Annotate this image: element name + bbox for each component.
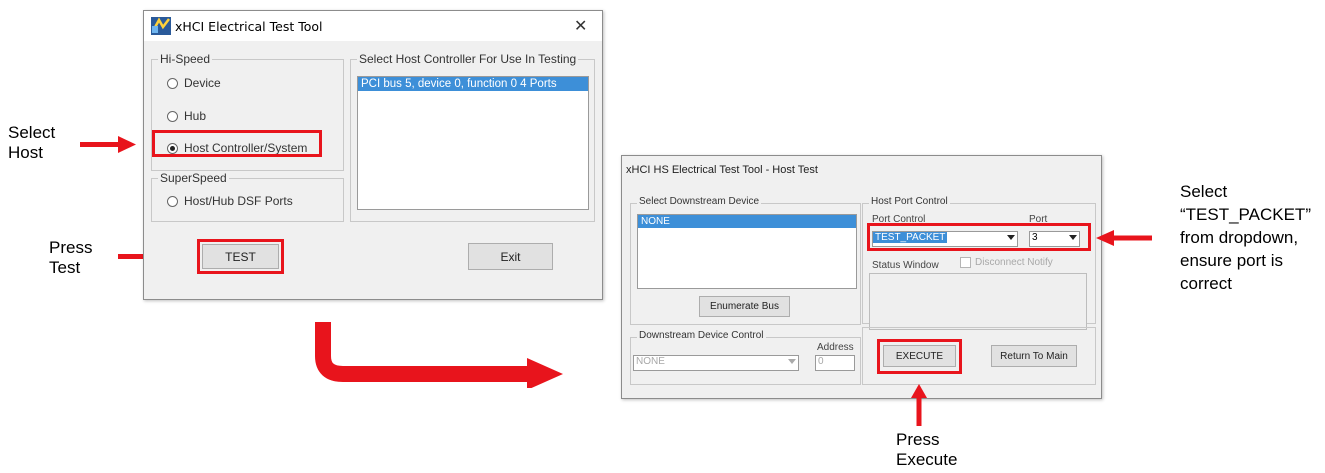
annotation-press-test: Press Test — [49, 238, 93, 277]
radio-host-hub-dsf[interactable]: Host/Hub DSF Ports — [167, 194, 293, 208]
arrow-right-icon — [80, 136, 136, 153]
address-label: Address — [817, 342, 854, 353]
host-controller-label: Select Host Controller For Use In Testin… — [357, 52, 579, 66]
status-window — [869, 273, 1087, 330]
enumerate-bus-button[interactable]: Enumerate Bus — [699, 296, 790, 317]
annotation-select-test-packet: Select “TEST_PACKET” from dropdown, ensu… — [1180, 182, 1311, 293]
exit-button[interactable]: Exit — [468, 243, 553, 270]
execute-button[interactable]: EXECUTE — [883, 345, 956, 367]
downstream-group: Select Downstream Device NONE Enumerate … — [630, 196, 861, 325]
radio-icon — [167, 78, 178, 90]
radio-icon — [167, 111, 178, 123]
close-icon[interactable]: ✕ — [574, 16, 587, 36]
arrow-up-icon — [911, 384, 927, 426]
test-button[interactable]: TEST — [202, 244, 279, 269]
ds-control-group: Downstream Device Control Address NONE 0 — [630, 330, 861, 385]
checkbox-icon — [960, 257, 971, 268]
status-window-label: Status Window — [872, 260, 939, 271]
address-input[interactable]: 0 — [815, 355, 855, 371]
highlight-port-control — [867, 223, 1091, 251]
list-item-selected[interactable]: NONE — [638, 215, 856, 228]
chevron-down-icon — [788, 359, 796, 364]
host-port-label: Host Port Control — [869, 196, 950, 207]
host-controller-list[interactable]: PCI bus 5, device 0, function 0 4 Ports — [357, 76, 589, 210]
window-title: xHCI HS Electrical Test Tool - Host Test — [626, 164, 818, 176]
ds-control-label: Downstream Device Control — [637, 330, 766, 341]
host-controller-group: Select Host Controller For Use In Testin… — [350, 52, 595, 222]
radio-hub[interactable]: Hub — [167, 109, 206, 123]
disconnect-notify-checkbox[interactable]: Disconnect Notify — [960, 257, 1053, 268]
superspeed-group: SuperSpeed Host/Hub DSF Ports — [151, 171, 344, 222]
annotation-press-execute: Press Execute — [896, 430, 958, 469]
curved-arrow-icon — [315, 322, 563, 388]
test-tool-window: xHCI Electrical Test Tool ✕ Hi-Speed Dev… — [143, 10, 603, 300]
window-title: xHCI Electrical Test Tool — [175, 19, 323, 34]
superspeed-label: SuperSpeed — [158, 171, 229, 185]
radio-icon — [167, 196, 178, 208]
highlight-host-controller — [152, 130, 322, 157]
arrow-left-icon — [1096, 230, 1152, 246]
return-to-main-button[interactable]: Return To Main — [991, 345, 1077, 367]
list-item-selected[interactable]: PCI bus 5, device 0, function 0 4 Ports — [358, 77, 588, 91]
annotation-select-host: Select Host — [8, 123, 56, 162]
radio-device[interactable]: Device — [167, 76, 221, 90]
host-port-group: Host Port Control Port Control Port TEST… — [862, 196, 1096, 330]
downstream-label: Select Downstream Device — [637, 196, 762, 207]
app-icon — [151, 17, 171, 35]
hispeed-label: Hi-Speed — [158, 52, 213, 66]
host-test-window: xHCI HS Electrical Test Tool - Host Test… — [621, 155, 1102, 399]
ds-device-select[interactable]: NONE — [633, 355, 799, 371]
title-bar: xHCI Electrical Test Tool ✕ — [144, 11, 602, 41]
downstream-list[interactable]: NONE — [637, 214, 857, 289]
